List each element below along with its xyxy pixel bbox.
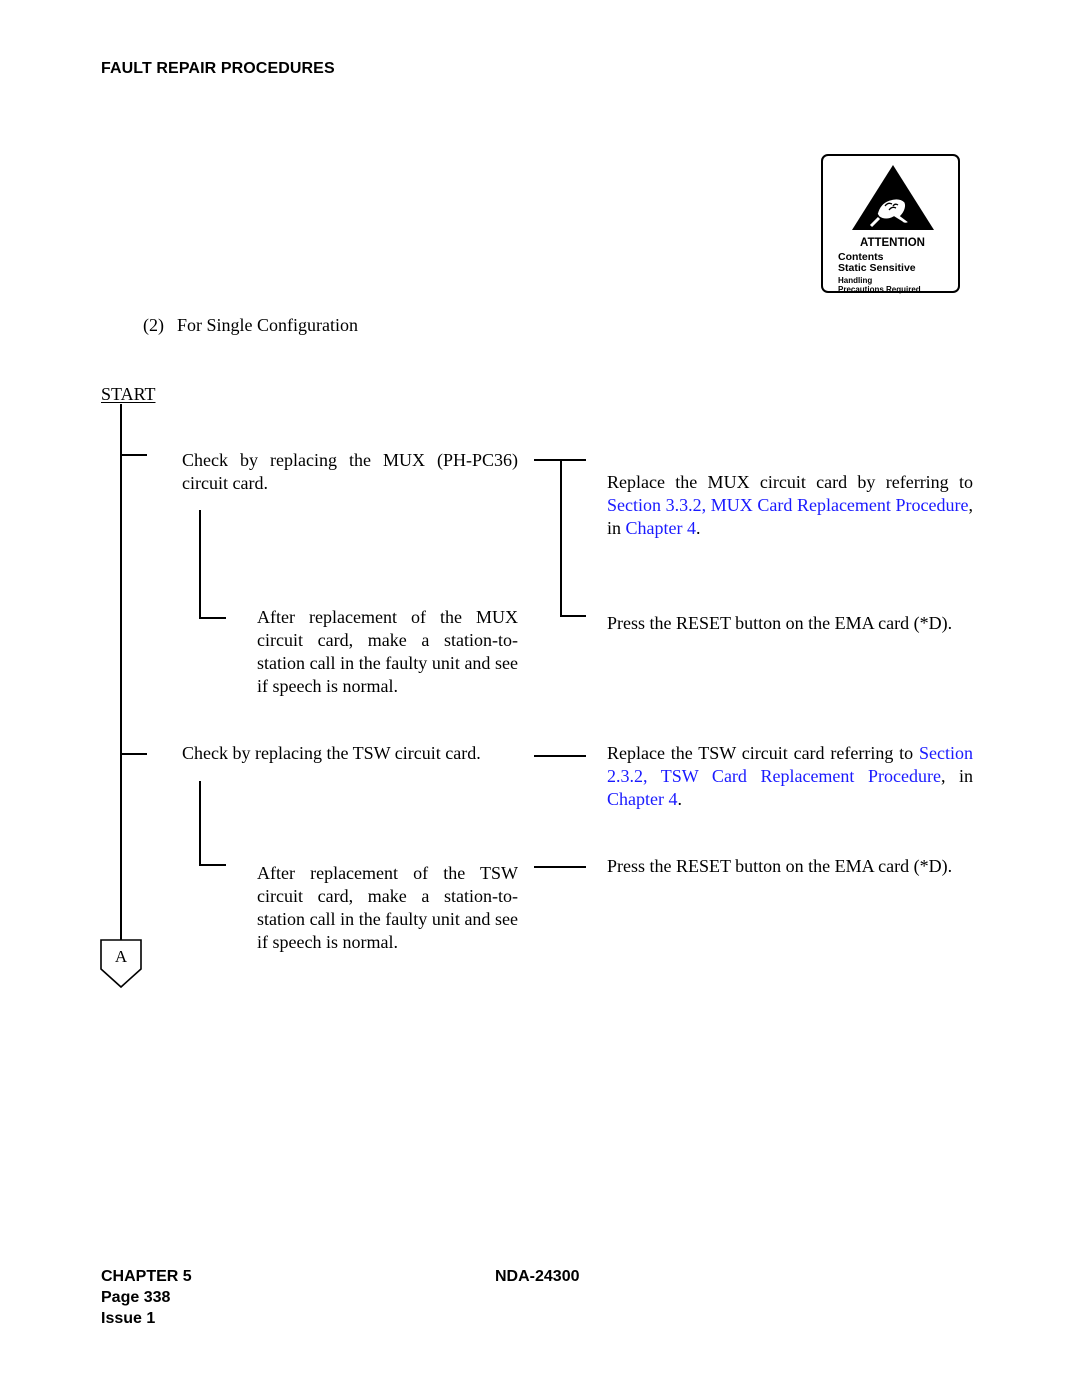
step-tsw-reset: Press the RESET button on the EMA card (…: [607, 856, 953, 876]
tsw-right-connector-top: [534, 755, 586, 757]
offpage-connector-a: A: [100, 939, 142, 989]
mux-replace-text: Replace the MUX circuit card by referrin…: [607, 472, 973, 492]
attention-title: ATTENTION: [860, 237, 925, 249]
footer-doc-number: NDA-24300: [495, 1268, 580, 1285]
esd-attention-label: ATTENTION Contents Static Sensitive Hand…: [821, 154, 960, 294]
footer-left: CHAPTER 5 Page 338 Issue 1: [101, 1266, 192, 1329]
footer-page: Page 338: [101, 1289, 171, 1306]
mux-replace-text-end: .: [696, 518, 701, 538]
mux-after-bracket-vertical: [199, 510, 201, 619]
flowchart-start-label: START: [101, 384, 156, 404]
tsw-after-bracket-horizontal: [199, 864, 226, 866]
tsw-right-connector-bottom: [534, 866, 586, 868]
step-tsw-after-replacement: After replacement of the TSW circuit car…: [257, 863, 518, 952]
attention-line-handling: Handling: [838, 276, 873, 285]
footer-issue: Issue 1: [101, 1310, 156, 1327]
attention-line-precautions: Precautions Required: [838, 285, 921, 294]
step-mux-after-replacement: After replacement of the MUX circuit car…: [257, 607, 518, 696]
tsw-replace-text-middle: , in: [940, 766, 973, 786]
mux-right-connector-bottom: [560, 615, 586, 617]
connector-label: A: [114, 947, 128, 966]
link-chapter-4[interactable]: Chapter 4: [607, 789, 677, 809]
esd-hand-warning-icon: [852, 165, 934, 230]
link-mux-card-replacement[interactable]: Section 3.3.2, MUX Card Replacement Proc…: [607, 495, 969, 515]
mux-after-bracket-horizontal: [199, 617, 226, 619]
tsw-replace-text: Replace the TSW circuit card referring t…: [607, 743, 919, 763]
step-mux-reset: Press the RESET button on the EMA card (…: [607, 613, 953, 633]
attention-line-static: Static Sensitive: [838, 262, 916, 274]
step-tsw-check: Check by replacing the TSW circuit card.: [182, 743, 481, 763]
subsection-heading: (2) For Single Configuration: [143, 315, 358, 336]
main-flow-line: [120, 404, 122, 940]
tsw-replace-text-end: .: [677, 789, 682, 809]
tsw-after-bracket-vertical: [199, 781, 201, 866]
step-mux-replace: Replace the MUX circuit card by referrin…: [607, 471, 973, 540]
mux-right-connector-vertical: [560, 459, 562, 617]
subsection-title: For Single Configuration: [177, 315, 358, 335]
subsection-number: (2): [143, 315, 164, 335]
footer-chapter: CHAPTER 5: [101, 1268, 192, 1285]
link-chapter-4[interactable]: Chapter 4: [626, 518, 696, 538]
step-mux-check: Check by replacing the MUX (PH-PC36) cir…: [182, 450, 518, 493]
running-header: FAULT REPAIR PROCEDURES: [101, 60, 335, 77]
branch-line-mux: [120, 454, 147, 456]
branch-line-tsw: [120, 753, 147, 755]
step-tsw-replace: Replace the TSW circuit card referring t…: [607, 742, 973, 811]
